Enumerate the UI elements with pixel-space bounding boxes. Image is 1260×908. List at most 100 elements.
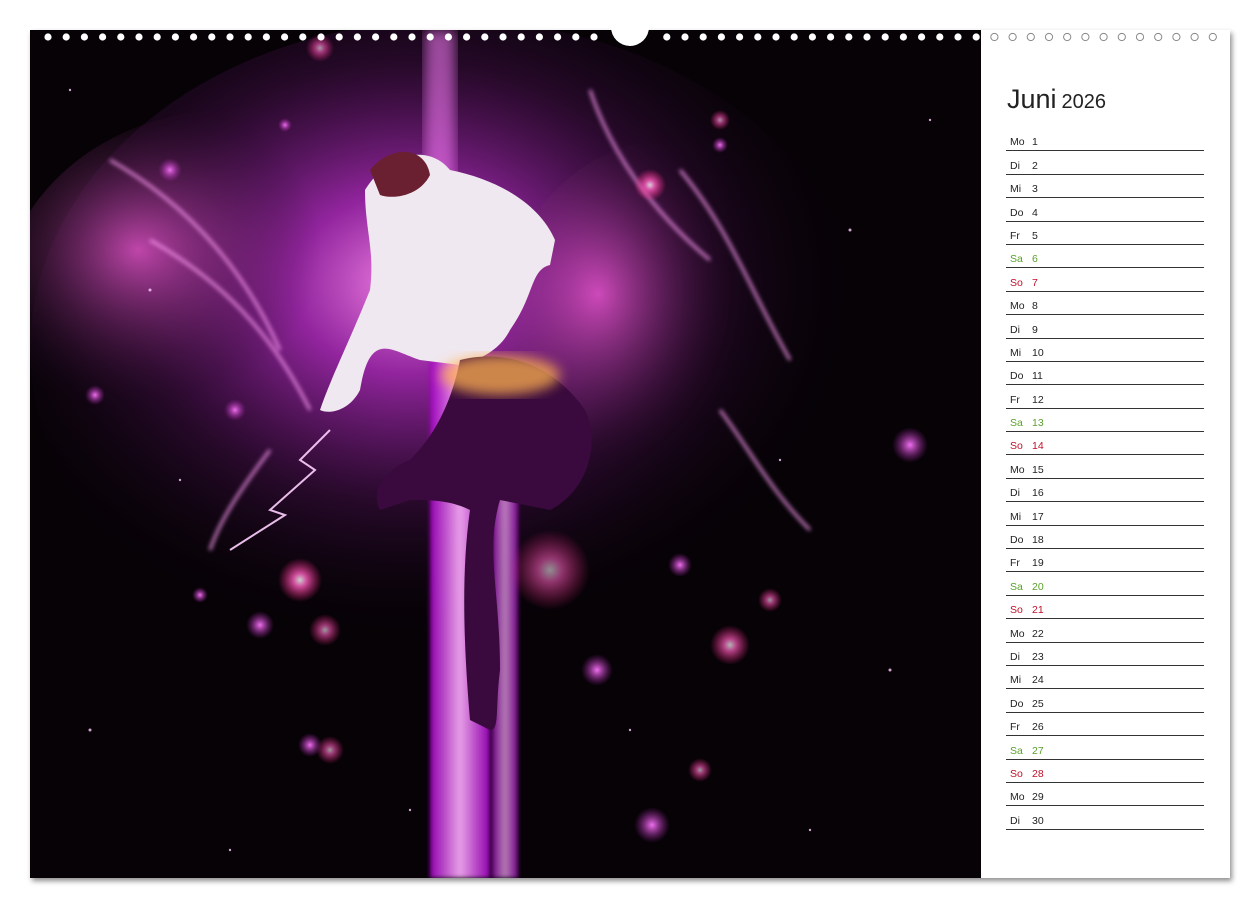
binding-hole (572, 33, 580, 41)
binding-hole (262, 33, 270, 41)
binding-hole (444, 33, 452, 41)
binding-hole (1208, 32, 1217, 42)
weekday-label: So (1010, 440, 1023, 453)
binding-hole (699, 33, 707, 41)
binding-hole (1172, 32, 1181, 42)
day-row: Sa 13 (1006, 410, 1204, 433)
binding-hole (681, 33, 689, 41)
binding-hole (171, 33, 179, 41)
binding-hole (1135, 32, 1145, 42)
day-number: 25 (1032, 697, 1044, 710)
day-row: Sa 20 (1006, 573, 1204, 596)
weekday-label: Fr (1010, 229, 1020, 242)
binding-hole (899, 33, 908, 41)
day-row: Fr 19 (1006, 550, 1204, 573)
binding-hole (1063, 32, 1072, 42)
binding-hole (317, 33, 325, 41)
binding-hole (790, 33, 798, 41)
binding-hole (881, 33, 889, 41)
binding-hole (1154, 32, 1163, 42)
binding-hole (426, 33, 434, 41)
binding-hole (827, 33, 835, 41)
weekday-label: Fr (1010, 393, 1020, 406)
day-number: 17 (1032, 510, 1044, 523)
day-number: 3 (1032, 183, 1038, 196)
weekday-label: Sa (1010, 253, 1023, 266)
weekday-label: Mi (1010, 674, 1022, 687)
binding-hole (1026, 32, 1035, 42)
weekday-label: Mi (1010, 346, 1022, 359)
day-row: Fr 12 (1006, 386, 1204, 409)
weekday-label: Di (1010, 487, 1020, 500)
day-number: 16 (1032, 487, 1044, 500)
day-row: Do 18 (1006, 527, 1204, 550)
binding-hole (244, 33, 252, 41)
binding-hole (954, 33, 962, 41)
calendar-panel: Juni 2026 Mo 1 Di 2 Mi 3 Do 4 Fr 5 Sa 6 So 7 Mo 8 Di 9 Mi 10… (981, 30, 1230, 878)
day-number: 5 (1032, 229, 1038, 242)
day-number: 2 (1032, 159, 1038, 172)
weekday-label: Mo (1010, 463, 1025, 476)
day-number: 22 (1032, 627, 1044, 640)
day-row: Do 4 (1006, 199, 1204, 222)
day-row: Di 9 (1006, 316, 1204, 339)
binding-hole (117, 33, 125, 41)
weekday-label: Do (1010, 534, 1024, 547)
day-row: Do 25 (1006, 690, 1204, 713)
binding-hole (1190, 32, 1199, 42)
weekday-label: Di (1010, 159, 1020, 172)
day-row: Di 30 (1006, 807, 1204, 830)
weekday-label: Mi (1010, 183, 1022, 196)
day-number: 19 (1032, 557, 1044, 570)
binding-hole (44, 33, 52, 41)
day-row: Di 2 (1006, 152, 1204, 175)
binding-hole (918, 33, 926, 41)
binding-hole (1008, 32, 1017, 42)
day-row: Mo 1 (1006, 129, 1204, 152)
binding-hole (663, 33, 671, 41)
calendar-page: Juni 2026 Mo 1 Di 2 Mi 3 Do 4 Fr 5 Sa 6 So 7 Mo 8 Di 9 Mi 10… (30, 24, 1230, 878)
weekday-label: Di (1010, 814, 1020, 827)
binding-hole (590, 33, 598, 41)
weekday-label: Mo (1010, 136, 1025, 149)
weekday-label: So (1010, 276, 1023, 289)
binding-hole (717, 33, 726, 41)
day-row: Mo 22 (1006, 620, 1204, 643)
binding-hole (99, 33, 107, 41)
weekday-label: Mo (1010, 300, 1025, 313)
weekday-label: Sa (1010, 580, 1023, 593)
day-row: So 14 (1006, 433, 1204, 456)
binding-hole (372, 33, 380, 41)
weekday-label: So (1010, 604, 1023, 617)
weekday-label: Sa (1010, 744, 1023, 757)
binding-hole (936, 33, 944, 41)
day-row: Sa 27 (1006, 737, 1204, 760)
weekday-label: Fr (1010, 721, 1020, 734)
day-number: 15 (1032, 463, 1044, 476)
day-number: 23 (1032, 650, 1044, 663)
weekday-label: Mo (1010, 627, 1025, 640)
day-row: Mo 29 (1006, 784, 1204, 807)
day-row: Mi 3 (1006, 176, 1204, 199)
day-row: Mi 24 (1006, 667, 1204, 690)
binding-hole (463, 33, 471, 41)
day-number: 20 (1032, 580, 1044, 593)
binding-hole (481, 33, 489, 41)
binding-hole (754, 33, 762, 41)
binding-hole (281, 33, 289, 41)
binding-hole (863, 33, 871, 41)
day-number: 24 (1032, 674, 1044, 687)
binding-hole (62, 33, 70, 41)
day-number: 7 (1032, 276, 1038, 289)
binding-hole (153, 33, 161, 41)
binding-hole (554, 33, 562, 41)
year-label: 2026 (1061, 91, 1107, 113)
weekday-label: Di (1010, 323, 1020, 336)
day-row: Sa 6 (1006, 246, 1204, 269)
binding-hole (772, 33, 780, 41)
day-number: 9 (1032, 323, 1038, 336)
day-row: So 28 (1006, 761, 1204, 783)
binding-hole (1099, 32, 1108, 42)
binding-hole (299, 33, 307, 41)
binding-hole (390, 33, 398, 41)
